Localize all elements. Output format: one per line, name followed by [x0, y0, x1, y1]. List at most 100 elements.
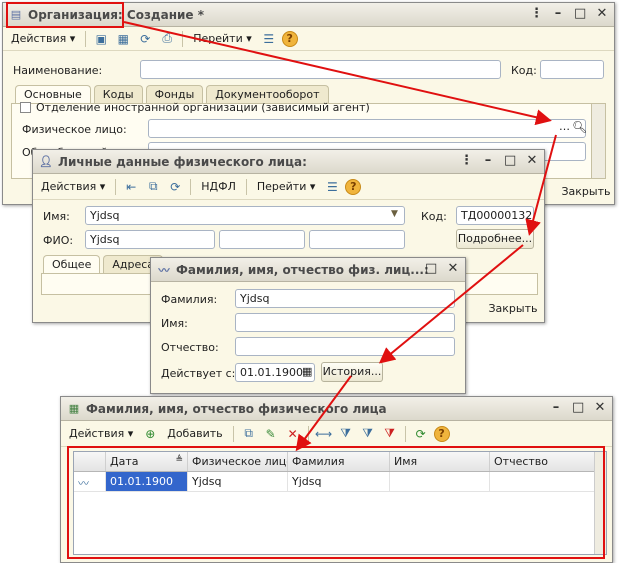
filter-list-icon[interactable]: ⧩ [359, 425, 377, 443]
window-controls: – □ ✕ [550, 401, 606, 415]
goto-menu[interactable]: Перейти ▾ [189, 30, 256, 47]
code-input[interactable] [540, 60, 604, 79]
list-icon[interactable]: ☰ [323, 178, 341, 196]
copy-icon[interactable]: ⧉ [240, 425, 258, 443]
personal-data-toolbar: Действия ▾ ⇤ ⧉ ⟳ НДФЛ Перейти ▾ ☰ ? [33, 174, 544, 200]
cell-name[interactable] [390, 472, 490, 491]
patronymic-input[interactable] [235, 337, 455, 356]
window-controls: ⋮ – □ ✕ [530, 7, 608, 21]
separator [245, 178, 247, 195]
name-label: Имя: [161, 317, 188, 330]
more-icon[interactable]: ⋮ [460, 154, 473, 168]
copy-icon[interactable]: ⧉ [144, 178, 162, 196]
cell-date[interactable]: 01.01.1900 [106, 472, 188, 491]
name-input[interactable] [140, 60, 501, 79]
list-icon[interactable]: ☰ [260, 30, 278, 48]
refresh-icon[interactable]: ⟳ [412, 425, 430, 443]
scrollbar[interactable] [591, 104, 605, 178]
actions-menu[interactable]: Действия ▾ [37, 178, 109, 195]
column-patronymic[interactable]: Отчество [490, 452, 596, 471]
delete-icon[interactable]: ✕ [284, 425, 302, 443]
fio-input[interactable]: Yjdsq [85, 230, 215, 249]
fio-window: 〰 Фамилия, имя, отчество физ. лиц...: □ … [150, 257, 466, 394]
refresh-icon[interactable]: ⟳ [136, 30, 154, 48]
tab-general[interactable]: Общее [43, 255, 101, 274]
column-surname[interactable]: Фамилия [288, 452, 390, 471]
separator [190, 178, 192, 195]
more-button[interactable]: Подробнее... [456, 229, 534, 249]
code-label: Код: [421, 210, 447, 223]
personal-data-titlebar: 👤︎ Личные данные физического лица: ⋮ – □… [33, 150, 544, 174]
search-icon[interactable]: 🔍︎ [572, 120, 587, 136]
person-icon: 👤︎ [39, 155, 53, 168]
goto-menu[interactable]: Перейти ▾ [253, 178, 320, 195]
maximize-icon[interactable]: □ [425, 262, 437, 276]
close-icon[interactable]: ✕ [596, 7, 608, 21]
window-controls: □ ✕ [425, 262, 459, 276]
ndfl-button[interactable]: НДФЛ [197, 178, 240, 195]
cell-surname[interactable]: Yjdsq [288, 472, 390, 491]
interval-icon[interactable]: ⟷ [315, 425, 333, 443]
column-name[interactable]: Имя [390, 452, 490, 471]
clear-filter-icon[interactable]: ⧩ [381, 425, 399, 443]
exit-icon[interactable]: ⇤ [122, 178, 140, 196]
organization-title: Организация: Создание * [28, 7, 205, 22]
surname-input[interactable]: Yjdsq [235, 289, 455, 308]
fio-input-2[interactable] [219, 230, 305, 249]
name-label: Имя: [43, 210, 70, 223]
actions-menu[interactable]: Действия ▾ [65, 425, 137, 442]
edit-icon[interactable]: ✎ [262, 425, 280, 443]
minimize-icon[interactable]: – [482, 154, 494, 168]
column-date[interactable]: Дата ≜ [106, 452, 188, 471]
minimize-icon[interactable]: – [552, 7, 564, 21]
history-button[interactable]: История... [321, 362, 383, 382]
print-icon[interactable]: ⎙ [158, 30, 176, 48]
cell-patronymic[interactable] [490, 472, 596, 491]
chart-icon: 〰 [158, 263, 170, 277]
person-input[interactable] [148, 119, 586, 138]
maximize-icon[interactable]: □ [574, 7, 586, 21]
table-row[interactable]: 〰 01.01.1900 Yjdsq Yjdsq [74, 472, 606, 492]
add-icon[interactable]: ⊕ [141, 425, 159, 443]
name-input[interactable]: Yjdsq [85, 206, 405, 225]
fio-input-3[interactable] [309, 230, 405, 249]
select-button[interactable]: … [559, 121, 571, 135]
separator [404, 425, 406, 442]
person-label: Физическое лицо: [22, 123, 127, 136]
close-icon[interactable]: ✕ [447, 262, 459, 276]
save-icon[interactable]: ▣ [92, 30, 110, 48]
close-icon[interactable]: ✕ [526, 154, 538, 168]
calendar-icon[interactable]: ▦ [302, 365, 312, 378]
code-input[interactable]: ТД00000132 [456, 206, 534, 225]
filter-icon[interactable]: ⧩ [337, 425, 355, 443]
help-icon[interactable]: ? [281, 30, 298, 47]
close-button[interactable]: Закрыть [485, 300, 541, 320]
fio-list-title: Фамилия, имя, отчество физического лица [86, 401, 387, 416]
column-person[interactable]: Физическое лицо [188, 452, 288, 471]
add-button[interactable]: Добавить [163, 425, 226, 442]
scrollbar[interactable] [594, 452, 606, 554]
help-icon[interactable]: ? [433, 425, 450, 442]
valid-from-label: Действует с: [161, 367, 236, 380]
help-icon[interactable]: ? [345, 178, 362, 195]
dropdown-icon[interactable]: ▼ [391, 209, 398, 219]
actions-menu[interactable]: Действия ▾ [7, 30, 79, 47]
post-icon[interactable]: ▦ [114, 30, 132, 48]
close-button[interactable]: Закрыть [560, 183, 612, 203]
personal-data-title: Личные данные физического лица: [58, 154, 307, 169]
cell-person[interactable]: Yjdsq [188, 472, 288, 491]
fio-label: ФИО: [43, 234, 74, 247]
minimize-icon[interactable]: – [550, 401, 562, 415]
maximize-icon[interactable]: □ [504, 154, 516, 168]
row-icon: 〰 [74, 472, 106, 491]
column-icon[interactable] [74, 452, 106, 471]
refresh-icon[interactable]: ⟳ [166, 178, 184, 196]
foreign-branch-checkbox[interactable] [20, 102, 31, 113]
name-input[interactable] [235, 313, 455, 332]
table-icon: ▦ [68, 402, 80, 415]
name-label: Наименование: [13, 64, 103, 77]
maximize-icon[interactable]: □ [572, 401, 584, 415]
code-label: Код: [511, 64, 537, 77]
close-icon[interactable]: ✕ [594, 401, 606, 415]
more-icon[interactable]: ⋮ [530, 7, 543, 21]
